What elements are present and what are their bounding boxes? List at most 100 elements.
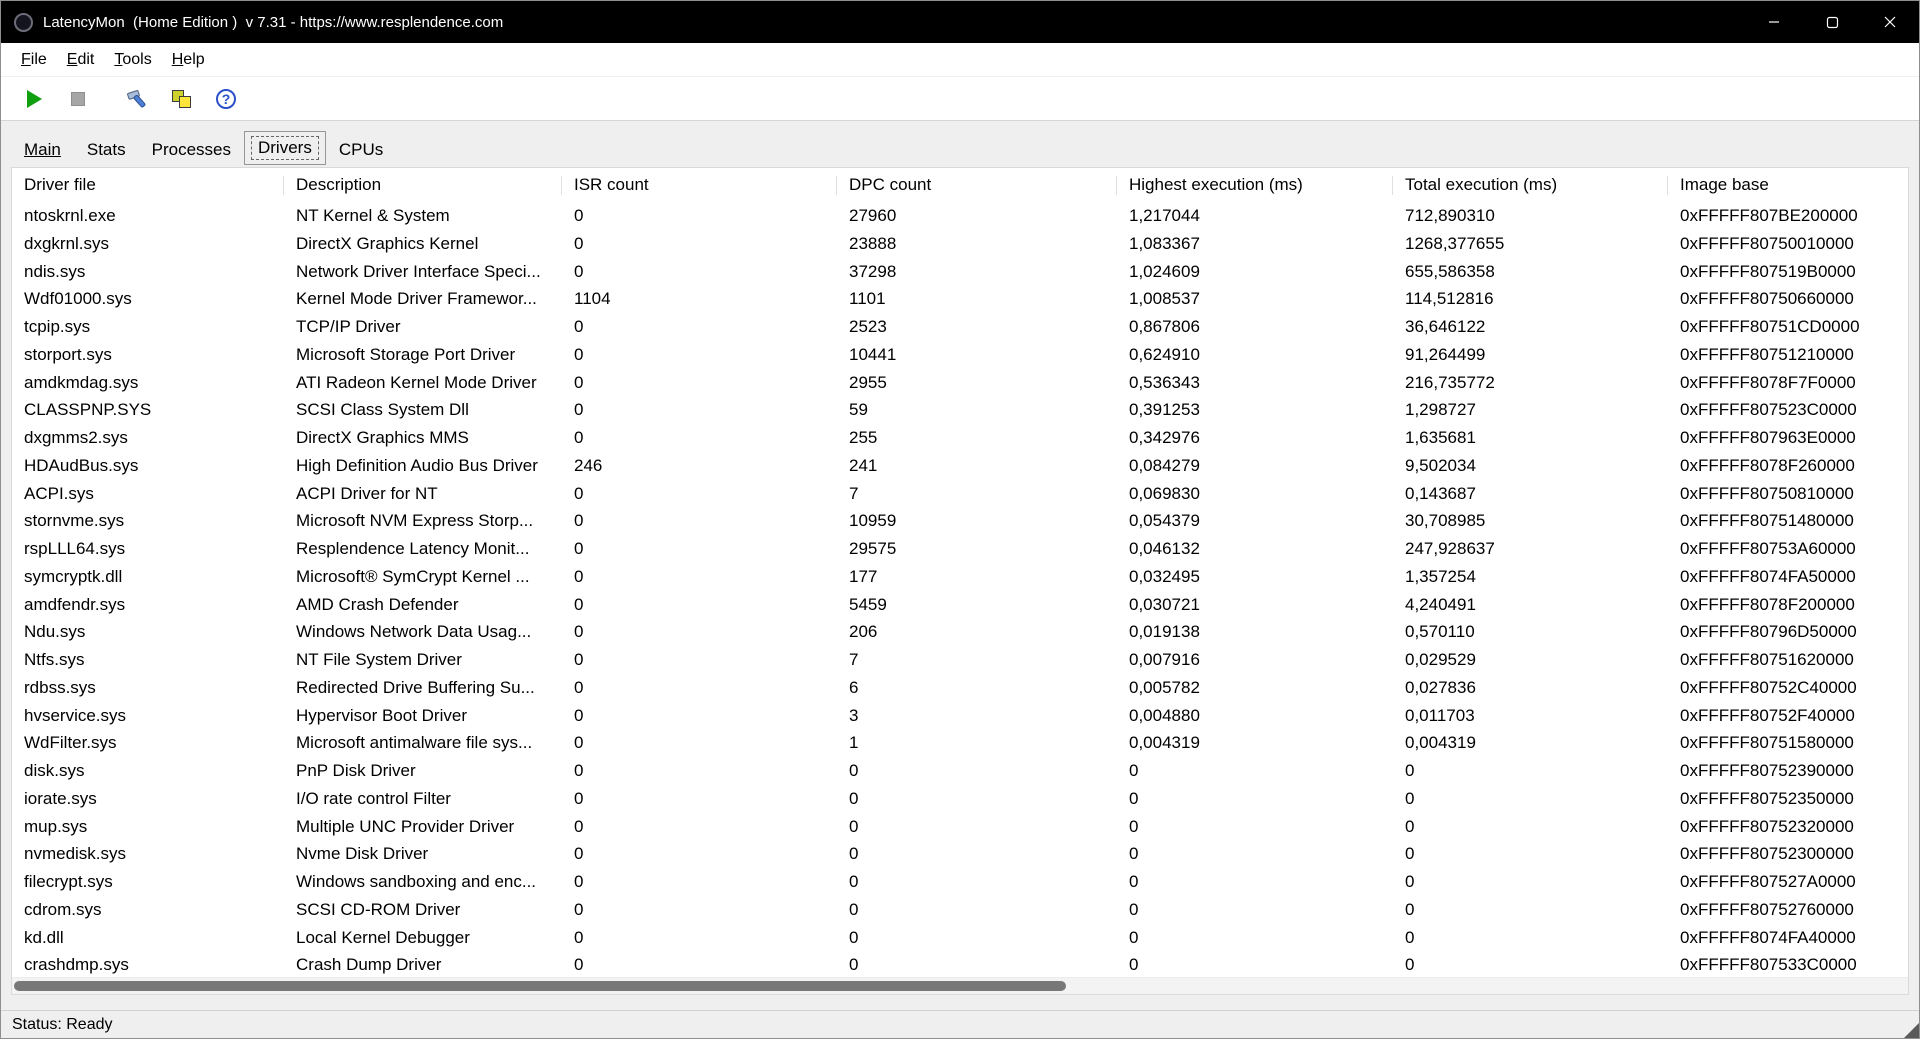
menu-item-file[interactable]: File bbox=[11, 51, 57, 69]
tab-main[interactable]: Main bbox=[11, 135, 74, 165]
table-cell: 0,027836 bbox=[1405, 677, 1476, 697]
table-row[interactable]: dxgmms2.sys DirectX Graphics MMS 0 255 0,342… bbox=[12, 424, 1908, 452]
close-button[interactable] bbox=[1861, 1, 1919, 43]
help-button[interactable]: ? bbox=[209, 82, 243, 116]
column-header-highest-execution-ms[interactable]: Highest execution (ms) bbox=[1117, 168, 1393, 202]
table-row[interactable]: HDAudBus.sys High Definition Audio Bus Dr… bbox=[12, 452, 1908, 480]
table-row[interactable]: kd.dll Local Kernel Debugger 0 0 0 0 0xFFFFF80… bbox=[12, 924, 1908, 952]
start-monitor-button[interactable] bbox=[17, 82, 51, 116]
table-row[interactable]: filecrypt.sys Windows sandboxing and enc.… bbox=[12, 868, 1908, 896]
table-row[interactable]: rdbss.sys Redirected Drive Buffering Su..… bbox=[12, 674, 1908, 702]
table-row[interactable]: rspLLL64.sys Resplendence Latency Monit..… bbox=[12, 535, 1908, 563]
tab-stats[interactable]: Stats bbox=[74, 135, 139, 165]
table-row[interactable]: amdkmdag.sys ATI Radeon Kernel Mode Drive… bbox=[12, 369, 1908, 397]
table-cell: HDAudBus.sys bbox=[24, 455, 139, 475]
table-row[interactable]: ACPI.sys ACPI Driver for NT 0 7 0,069830 0,14… bbox=[12, 480, 1908, 508]
copy-report-button[interactable] bbox=[165, 82, 199, 116]
resize-grip[interactable] bbox=[1904, 1023, 1919, 1038]
tab-processes[interactable]: Processes bbox=[139, 135, 244, 165]
table-cell: 27960 bbox=[849, 206, 897, 225]
maximize-button[interactable] bbox=[1803, 1, 1861, 43]
column-header-image-base[interactable]: Image base bbox=[1668, 168, 1908, 202]
table-cell: 0 bbox=[574, 788, 584, 808]
table-cell: dxgmms2.sys bbox=[24, 428, 128, 447]
table-row[interactable]: storport.sys Microsoft Storage Port Drive… bbox=[12, 341, 1908, 369]
table-cell: 0 bbox=[574, 705, 584, 725]
table-cell: 7 bbox=[849, 650, 859, 669]
column-header-dpc-count[interactable]: DPC count bbox=[837, 168, 1117, 202]
table-row[interactable]: tcpip.sys TCP/IP Driver 0 2523 0,867806 36,64… bbox=[12, 313, 1908, 341]
options-button[interactable] bbox=[121, 82, 155, 116]
table-row[interactable]: amdfendr.sys AMD Crash Defender 0 5459 0,030… bbox=[12, 591, 1908, 619]
table-row[interactable]: ndis.sys Network Driver Interface Speci..… bbox=[12, 258, 1908, 286]
column-header-total-execution-ms[interactable]: Total execution (ms) bbox=[1393, 168, 1668, 202]
horizontal-scrollbar[interactable] bbox=[12, 977, 1908, 994]
table-cell: 0 bbox=[849, 899, 859, 919]
table-row[interactable]: Ndu.sys Windows Network Data Usag... 0 206 0… bbox=[12, 618, 1908, 646]
menu-item-help[interactable]: Help bbox=[162, 51, 215, 69]
column-header-description[interactable]: Description bbox=[284, 168, 562, 202]
table-cell: Crash Dump Driver bbox=[296, 955, 442, 975]
title-bar[interactable]: LatencyMon (Home Edition ) v 7.31 - http… bbox=[1, 1, 1919, 43]
table-cell: 0xFFFFF80752350000 bbox=[1680, 788, 1854, 808]
table-row[interactable]: disk.sys PnP Disk Driver 0 0 0 0 0xFFFFF807523… bbox=[12, 757, 1908, 785]
table-row[interactable]: nvmedisk.sys Nvme Disk Driver 0 0 0 0 0xFFFFF8… bbox=[12, 840, 1908, 868]
table-cell: 0 bbox=[849, 788, 859, 808]
table-row[interactable]: dxgkrnl.sys DirectX Graphics Kernel 0 23888… bbox=[12, 230, 1908, 258]
table-cell: Redirected Drive Buffering Su... bbox=[296, 677, 535, 697]
table-row[interactable]: mup.sys Multiple UNC Provider Driver 0 0 0 0 0… bbox=[12, 813, 1908, 841]
window-title: LatencyMon (Home Edition ) v 7.31 - http… bbox=[43, 13, 504, 31]
table-cell: 177 bbox=[849, 566, 878, 586]
column-header-driver-file[interactable]: Driver file bbox=[12, 168, 284, 202]
column-header-isr-count[interactable]: ISR count bbox=[562, 168, 837, 202]
table-cell: 114,512816 bbox=[1405, 289, 1494, 309]
tab-cpus[interactable]: CPUs bbox=[326, 135, 396, 165]
table-cell: 0xFFFFF807BE200000 bbox=[1680, 206, 1858, 225]
table-cell: 0 bbox=[849, 927, 859, 947]
tab-drivers[interactable]: Drivers bbox=[243, 131, 326, 165]
table-row[interactable]: CLASSPNP.SYS SCSI Class System Dll 0 59 0,39… bbox=[12, 396, 1908, 424]
table-cell: 1,357254 bbox=[1405, 566, 1476, 586]
table-cell: 6 bbox=[849, 677, 859, 697]
scrollbar-thumb[interactable] bbox=[14, 981, 1066, 991]
copy-icon bbox=[171, 88, 193, 110]
menu-item-tools[interactable]: Tools bbox=[104, 51, 161, 69]
table-cell: 0 bbox=[1129, 899, 1139, 919]
table-cell: 0 bbox=[849, 761, 859, 780]
table-cell: 0 bbox=[1129, 955, 1139, 975]
maximize-icon bbox=[1826, 16, 1838, 28]
table-row[interactable]: stornvme.sys Microsoft NVM Express Storp.… bbox=[12, 507, 1908, 535]
table-row[interactable]: ntoskrnl.exe NT Kernel & System 0 27960 1,21… bbox=[12, 202, 1908, 230]
table-cell: 0,054379 bbox=[1129, 511, 1200, 531]
table-cell: 0 bbox=[574, 566, 584, 586]
tab-label: Drivers bbox=[250, 136, 319, 160]
table-cell: nvmedisk.sys bbox=[24, 844, 127, 864]
table-cell: 0,624910 bbox=[1129, 344, 1200, 364]
table-row[interactable]: Ntfs.sys NT File System Driver 0 7 0,007916 0… bbox=[12, 646, 1908, 674]
table-cell: ntoskrnl.exe bbox=[24, 206, 116, 225]
table-row[interactable]: crashdmp.sys Crash Dump Driver 0 0 0 0 0xFFFFF… bbox=[12, 951, 1908, 979]
table-row[interactable]: Wdf01000.sys Kernel Mode Driver Framewor.… bbox=[12, 285, 1908, 313]
table-row[interactable]: WdFilter.sys Microsoft antimalware file s… bbox=[12, 729, 1908, 757]
minimize-button[interactable] bbox=[1745, 1, 1803, 43]
table-cell: 0xFFFFF80752390000 bbox=[1680, 761, 1854, 780]
tab-strip: Main Stats Processes Drivers CPUs bbox=[1, 121, 1919, 165]
table-row[interactable]: cdrom.sys SCSI CD-ROM Driver 0 0 0 0 0xFFFFF80… bbox=[12, 896, 1908, 924]
table-cell: 0,029529 bbox=[1405, 650, 1476, 669]
table-cell: AMD Crash Defender bbox=[296, 594, 459, 614]
menu-item-edit[interactable]: Edit bbox=[57, 51, 105, 69]
table-cell: 0 bbox=[849, 955, 859, 975]
table-cell: 0 bbox=[574, 206, 584, 225]
table-body: ntoskrnl.exe NT Kernel & System 0 27960 1,21… bbox=[12, 202, 1908, 979]
table-row[interactable]: iorate.sys I/O rate control Filter 0 0 0 0 0xF… bbox=[12, 785, 1908, 813]
table-cell: 10441 bbox=[849, 344, 897, 364]
table-row[interactable]: hvservice.sys Hypervisor Boot Driver 0 3 0,0… bbox=[12, 702, 1908, 730]
table-cell: 0 bbox=[574, 650, 584, 669]
table-cell: 0xFFFFF8078F7F0000 bbox=[1680, 372, 1856, 392]
app-icon bbox=[14, 12, 33, 32]
table-cell: 0 bbox=[1405, 761, 1415, 780]
table-cell: 29575 bbox=[849, 539, 897, 558]
table-cell: 0xFFFFF807523C0000 bbox=[1680, 400, 1857, 420]
table-row[interactable]: symcryptk.dll Microsoft® SymCrypt Kernel … bbox=[12, 563, 1908, 591]
stop-monitor-button[interactable] bbox=[61, 82, 95, 116]
